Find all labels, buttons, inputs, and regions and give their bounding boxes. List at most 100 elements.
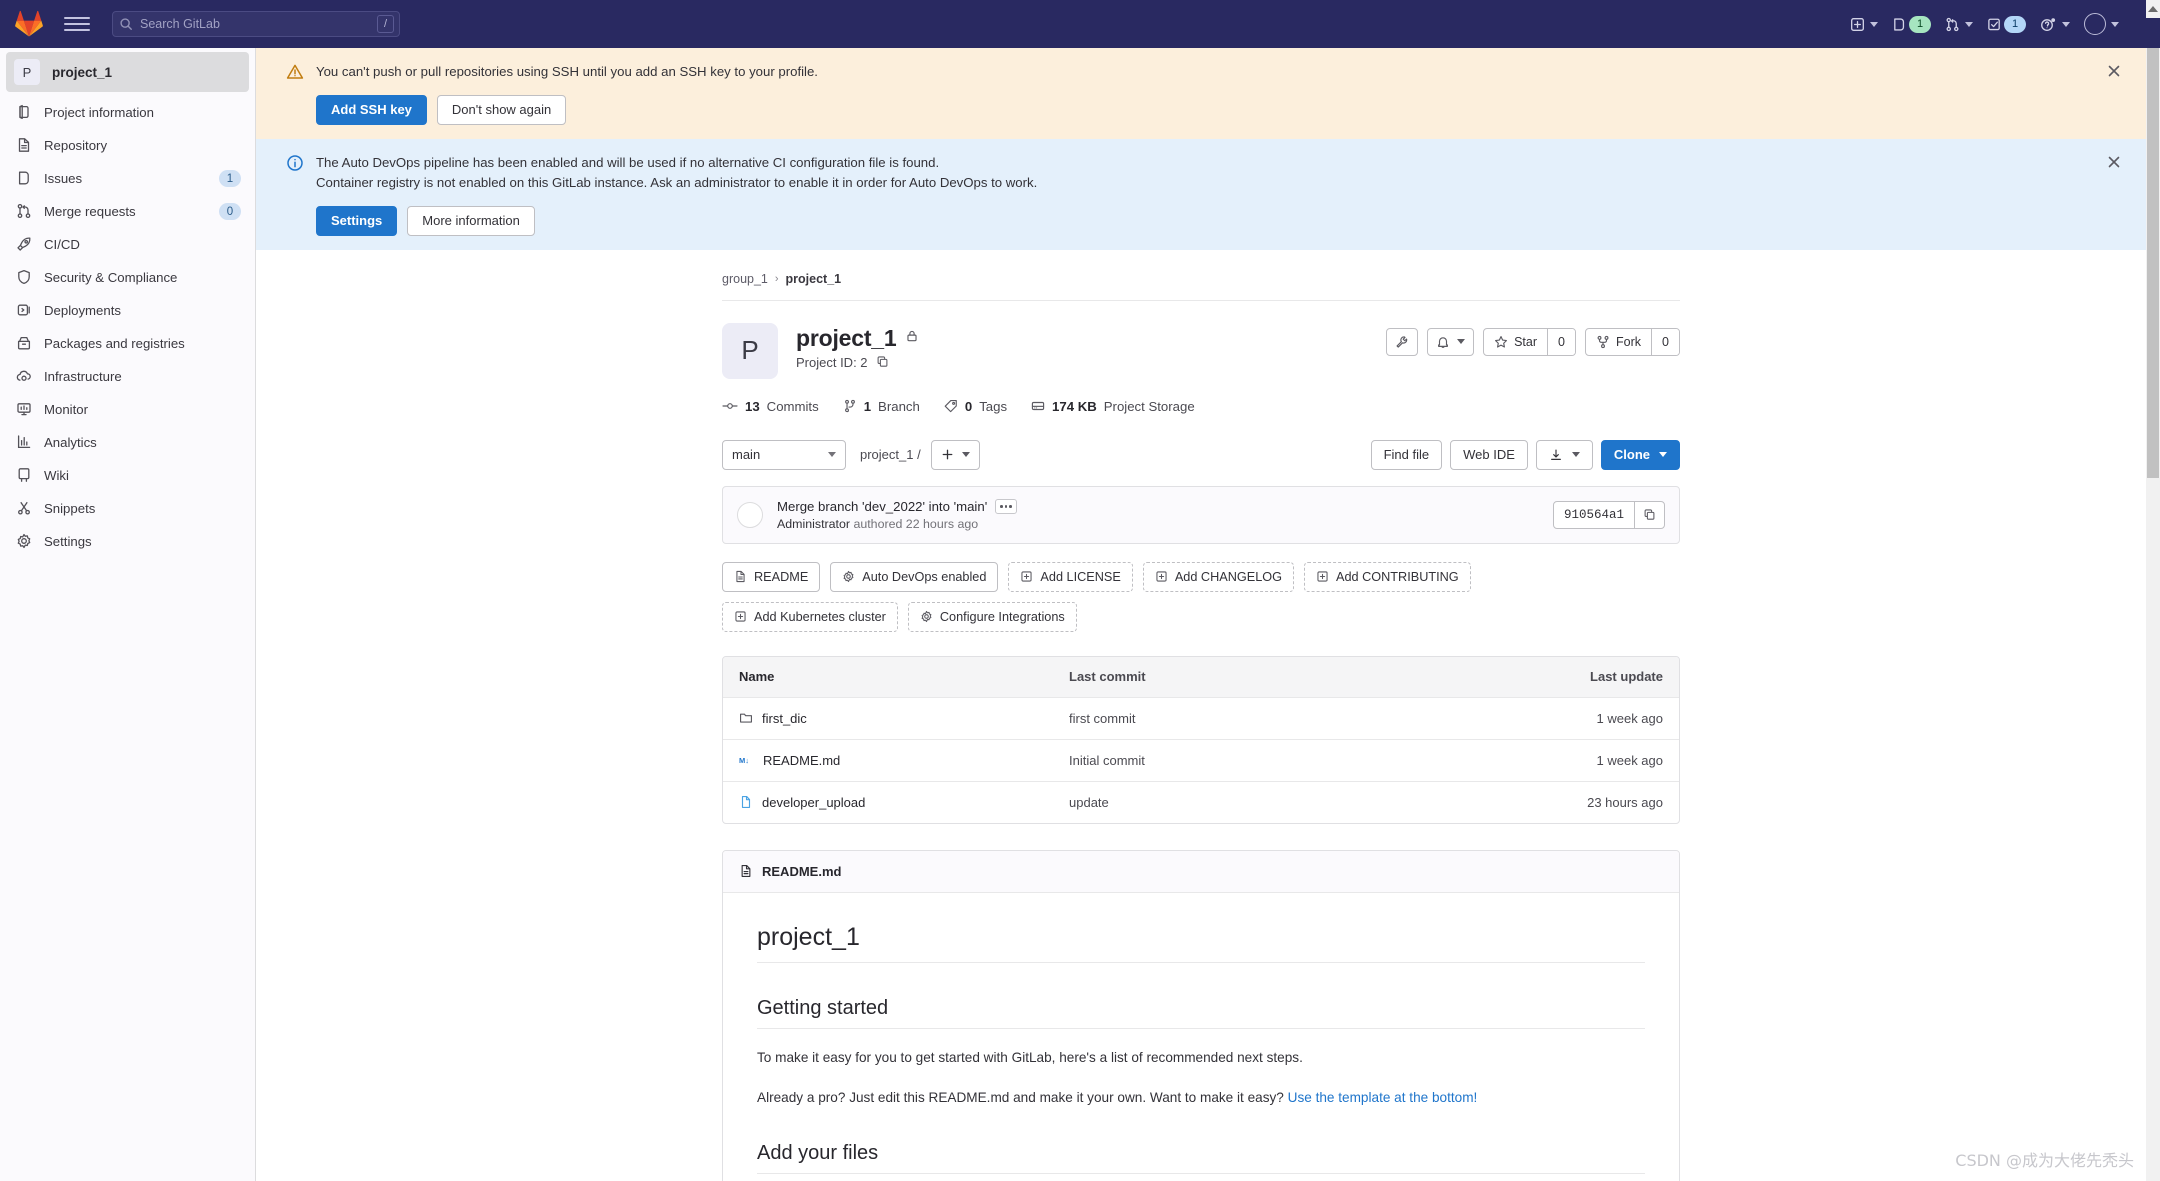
copy-icon[interactable] (876, 355, 889, 371)
add-to-repository-button[interactable] (930, 439, 980, 470)
chevron-down-icon (1659, 452, 1667, 458)
close-icon[interactable] (2106, 63, 2122, 79)
scrollbar-thumb[interactable] (2147, 48, 2159, 478)
notification-dropdown-button[interactable] (1427, 327, 1475, 356)
download-icon (1550, 449, 1561, 460)
sidebar-item-wiki[interactable]: Wiki (0, 459, 255, 492)
sidebar-item-project-information[interactable]: Project information (0, 96, 255, 129)
menu-line (64, 29, 90, 31)
configure-integrations-button[interactable]: Configure Integrations (907, 601, 1077, 632)
add-license-button[interactable]: Add LICENSE (1008, 561, 1133, 592)
more-information-button[interactable]: More information (407, 205, 535, 236)
file-name-link[interactable]: developer_upload (762, 795, 865, 810)
monitor-icon (16, 401, 33, 418)
help-nav-button[interactable] (2033, 8, 2077, 40)
user-menu-button[interactable] (2077, 8, 2126, 40)
add-contributing-button[interactable]: Add CONTRIBUTING (1304, 561, 1471, 592)
dont-show-again-button[interactable]: Don't show again (436, 94, 567, 126)
project-stats: 13 Commits 1 Branch 0 Tags 174 KB Projec… (722, 399, 1680, 414)
fork-button[interactable]: Fork 0 (1585, 327, 1680, 356)
column-header-last-commit: Last commit (1069, 669, 1146, 685)
add-changelog-button[interactable]: Add CHANGELOG (1142, 561, 1295, 592)
stat-tags[interactable]: 0 Tags (944, 399, 1007, 414)
table-row[interactable]: developer_upload update 23 hours ago (723, 780, 1679, 823)
search-input[interactable]: Search GitLab / (112, 11, 400, 37)
sidebar-item-infrastructure[interactable]: Infrastructure (0, 360, 255, 393)
copy-icon[interactable] (1634, 501, 1664, 528)
avatar (2084, 13, 2106, 35)
sidebar-item-cicd[interactable]: CI/CD (0, 228, 255, 261)
file-name-link[interactable]: first_dic (762, 711, 807, 726)
branch-selector[interactable]: main (722, 439, 846, 470)
add-kubernetes-cluster-button[interactable]: Add Kubernetes cluster (722, 601, 898, 632)
scroll-up-button[interactable] (2146, 0, 2160, 18)
row-last-commit[interactable]: Initial commit (1069, 753, 1513, 768)
add-ssh-key-button[interactable]: Add SSH key (316, 94, 427, 126)
sidebar-item-snippets[interactable]: Snippets (0, 492, 255, 525)
stat-commits[interactable]: 13 Commits (722, 399, 819, 414)
commit-sha[interactable]: 910564a1 (1554, 502, 1634, 528)
svg-text:M↓: M↓ (739, 756, 749, 765)
file-icon (741, 865, 751, 878)
repository-icon (16, 137, 33, 154)
chevron-down-icon (2111, 21, 2119, 27)
sidebar-item-security-compliance[interactable]: Security & Compliance (0, 261, 255, 294)
commit-author[interactable]: Administrator (777, 517, 850, 531)
create-new-button[interactable] (1843, 8, 1885, 40)
stat-branches[interactable]: 1 Branch (843, 399, 920, 414)
sidebar-item-analytics[interactable]: Analytics (0, 426, 255, 459)
find-file-button[interactable]: Find file (1370, 439, 1443, 470)
quick-action-label: Add CONTRIBUTING (1336, 569, 1459, 584)
sidebar-project-header[interactable]: P project_1 (6, 52, 249, 92)
row-last-update: 23 hours ago (1587, 794, 1663, 810)
sidebar-item-settings[interactable]: Settings (0, 525, 255, 558)
stat-storage[interactable]: 174 KB Project Storage (1031, 399, 1195, 414)
row-last-commit[interactable]: first commit (1069, 711, 1513, 726)
readme-template-link[interactable]: Use the template at the bottom! (1288, 1090, 1478, 1105)
file-name-link[interactable]: README.md (763, 753, 840, 768)
settings-button[interactable]: Settings (316, 205, 398, 236)
readme-quick-button[interactable]: README (722, 561, 821, 592)
auto-devops-quick-button[interactable]: Auto DevOps enabled (830, 561, 999, 592)
commit-message[interactable]: Merge branch 'dev_2022' into 'main' (777, 499, 987, 514)
table-row[interactable]: first_dic first commit 1 week ago (723, 696, 1679, 739)
ellipsis-icon[interactable] (995, 498, 1017, 514)
readme-panel: README.md project_1 Getting started To m… (722, 849, 1680, 1181)
chevron-down-icon (2062, 21, 2070, 27)
sidebar-item-label: Merge requests (44, 204, 136, 219)
issues-nav-button[interactable]: 1 (1885, 8, 1938, 40)
sidebar-item-merge-requests[interactable]: Merge requests 0 (0, 195, 255, 228)
sidebar-item-monitor[interactable]: Monitor (0, 393, 255, 426)
merge-requests-nav-button[interactable] (1938, 8, 1980, 40)
breadcrumb-group-link[interactable]: group_1 (722, 272, 768, 286)
project-settings-wrench-button[interactable] (1386, 327, 1419, 356)
plus-icon (942, 450, 953, 460)
readme-filename[interactable]: README.md (762, 864, 841, 879)
close-icon[interactable] (2106, 154, 2122, 170)
sidebar-item-issues[interactable]: Issues 1 (0, 162, 255, 195)
merge-request-icon (16, 203, 33, 220)
search-shortcut-key: / (377, 15, 394, 33)
table-row[interactable]: M↓ README.md Initial commit 1 week ago (723, 738, 1679, 781)
project-content: group_1 › project_1 P project_1 Project … (256, 250, 2146, 1181)
menu-icon[interactable] (64, 10, 90, 38)
vertical-scrollbar[interactable] (2146, 48, 2160, 1181)
lock-icon (905, 329, 919, 348)
gear-icon (843, 571, 854, 583)
file-navigation-bar: main project_1 / Find file Web IDE Clone (722, 439, 1680, 470)
star-button[interactable]: Star 0 (1483, 327, 1576, 356)
web-ide-button[interactable]: Web IDE (1450, 439, 1528, 470)
readme-section-getting-started: Getting started (757, 997, 1645, 1029)
stat-label: Tags (979, 398, 1008, 414)
row-last-commit[interactable]: update (1069, 795, 1513, 810)
gitlab-logo[interactable] (14, 10, 44, 38)
breadcrumb-project-link[interactable]: project_1 (786, 272, 842, 286)
sidebar-item-packages-registries[interactable]: Packages and registries (0, 327, 255, 360)
readme-section-add-your-files: Add your files (757, 1142, 1645, 1175)
sidebar-item-deployments[interactable]: Deployments (0, 294, 255, 327)
sidebar-item-repository[interactable]: Repository (0, 129, 255, 162)
clone-button[interactable]: Clone (1600, 439, 1680, 470)
star-icon (1495, 335, 1508, 348)
download-source-code-button[interactable] (1535, 439, 1593, 470)
todos-nav-button[interactable]: 1 (1980, 8, 2033, 40)
